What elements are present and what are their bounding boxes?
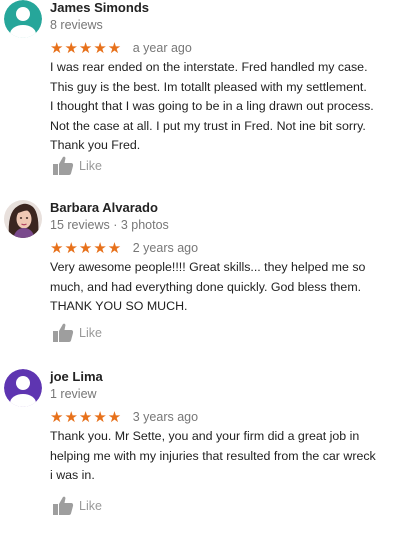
review-text: Thank you. Mr Sette, you and your firm d… [50, 427, 400, 486]
rating-row: ★★★★★ a year ago [50, 40, 192, 56]
avatar[interactable] [4, 200, 42, 238]
review-text-line: Thank you. Mr Sette, you and your firm d… [50, 429, 360, 443]
rating-row: ★★★★★ 3 years ago [50, 409, 198, 425]
review-text-line: i was in. [50, 468, 95, 482]
avatar[interactable] [4, 0, 42, 38]
review-text-line: Thank you Fred. [50, 138, 141, 152]
thumbs-up-icon [53, 323, 74, 342]
review-text: I was rear ended on the interstate. Fred… [50, 58, 400, 156]
avatar[interactable] [4, 369, 42, 407]
review-text-line: Not the case at all. I put my trust in F… [50, 118, 366, 133]
star-rating: ★★★★★ [50, 239, 123, 257]
reviewer-name[interactable]: James Simonds [50, 0, 149, 15]
like-button[interactable]: Like [52, 323, 102, 343]
review-age: a year ago [132, 41, 192, 55]
like-button[interactable]: Like [52, 156, 102, 176]
like-button[interactable]: Like [52, 496, 102, 516]
reviewer-meta[interactable]: 8 reviews [50, 18, 103, 32]
review-text-line: helping me with my injuries that resulte… [50, 448, 376, 463]
reviewer-name[interactable]: joe Lima [50, 369, 103, 384]
star-rating: ★★★★★ [50, 408, 123, 426]
review-text-line: much, and had everything done quickly. G… [50, 279, 362, 294]
review-text: Very awesome people!!!! Great skills... … [50, 258, 400, 317]
reviewer-meta[interactable]: 1 review [50, 387, 97, 401]
review-text-line: This guy is the best. Im totallt pleased… [50, 79, 367, 94]
review-age: 3 years ago [132, 410, 199, 424]
star-rating: ★★★★★ [50, 39, 123, 57]
reviewer-meta[interactable]: 15 reviews · 3 photos [50, 218, 169, 232]
like-label: Like [79, 159, 102, 173]
review-text-line: I was rear ended on the interstate. Fred… [50, 60, 368, 74]
review-text-line: THANK YOU SO MUCH. [50, 299, 188, 313]
review-text-line: I thought that I was going to be in a li… [50, 99, 374, 113]
rating-row: ★★★★★ 2 years ago [50, 240, 198, 256]
review-age: 2 years ago [132, 241, 199, 255]
like-label: Like [79, 326, 102, 340]
thumbs-up-icon [53, 156, 74, 175]
reviewer-name[interactable]: Barbara Alvarado [50, 200, 158, 215]
thumbs-up-icon [53, 496, 74, 515]
review-text-line: Very awesome people!!!! Great skills... … [50, 260, 366, 274]
like-label: Like [79, 499, 102, 513]
